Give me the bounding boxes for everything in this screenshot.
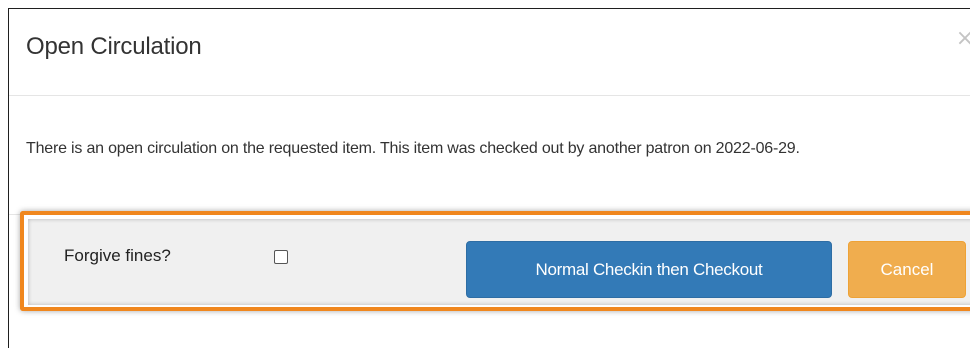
close-icon[interactable]: × <box>954 27 970 51</box>
forgive-fines-label: Forgive fines? <box>64 246 171 265</box>
dialog-header: Open Circulation × <box>9 9 970 96</box>
dialog-title: Open Circulation <box>26 33 202 60</box>
checkin-then-checkout-button[interactable]: Normal Checkin then Checkout <box>466 241 832 298</box>
forgive-fines-checkbox[interactable] <box>274 250 288 264</box>
dialog-message: There is an open circulation on the requ… <box>26 140 800 157</box>
dialog-body: There is an open circulation on the requ… <box>9 96 970 214</box>
cancel-button[interactable]: Cancel <box>848 241 966 298</box>
